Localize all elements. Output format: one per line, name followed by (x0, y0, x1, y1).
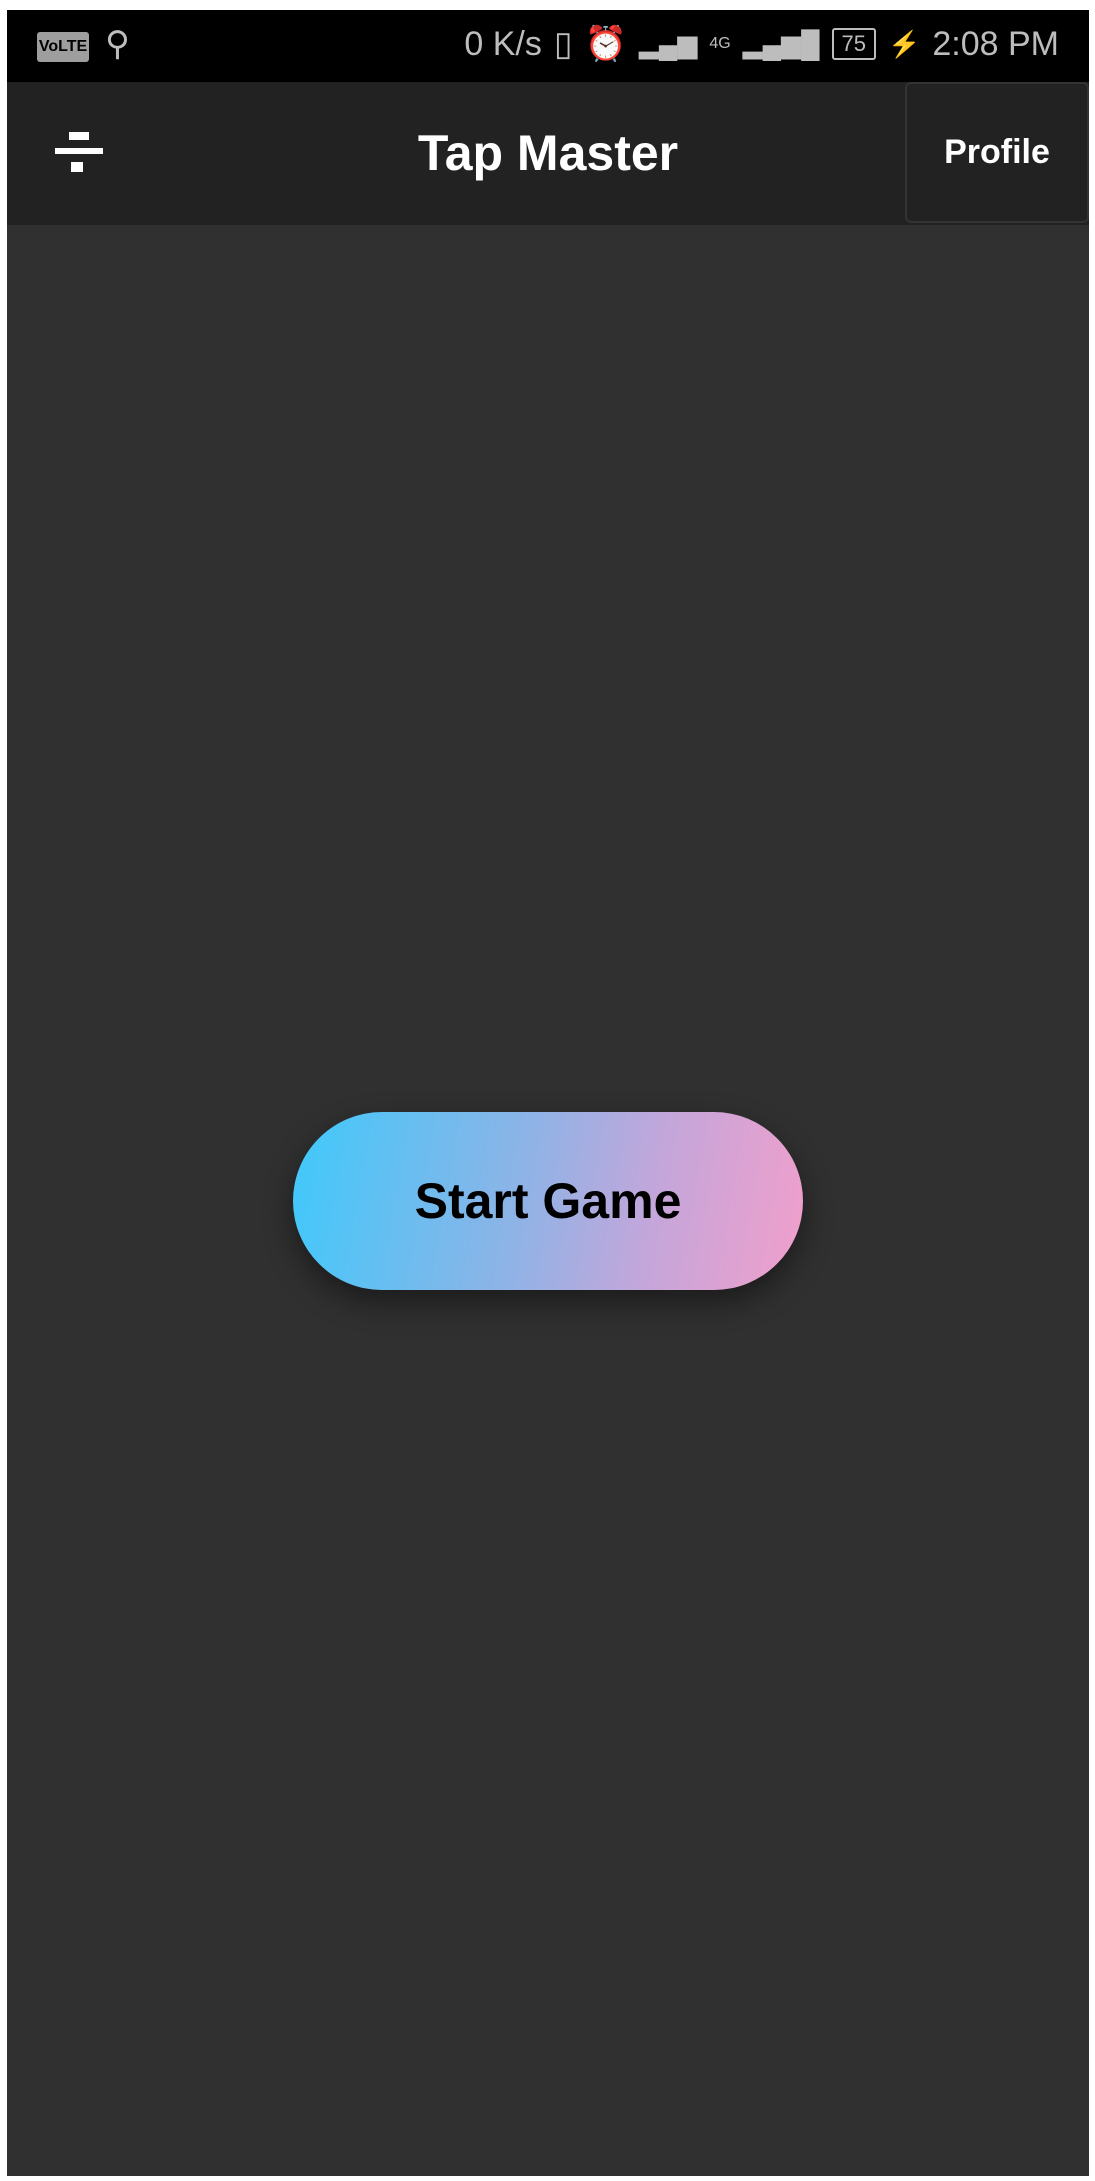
volte-icon: VoLTE (37, 32, 89, 62)
start-game-button[interactable]: Start Game (293, 1112, 803, 1290)
status-bar: VoLTE ⚲ 0 K/s ▯ ⏰ ▂▄▆ 4G ▂▄▆█ 75 ⚡ 2:08 … (7, 10, 1089, 82)
network-type: 4G (709, 35, 731, 52)
net-speed: 0 K/s (464, 24, 542, 63)
usb-icon: ⚲ (105, 25, 130, 63)
main-content: Start Game (7, 225, 1089, 2176)
filter-menu-icon[interactable] (55, 132, 103, 172)
clock: 2:08 PM (932, 24, 1059, 63)
app-bar: Tap Master Profile (7, 82, 1089, 225)
charging-icon: ⚡ (888, 28, 921, 59)
signal-icon-2: ▂▄▆█ (742, 28, 820, 59)
signal-icon: ▂▄▆ (638, 28, 698, 59)
vibrate-icon: ▯ (553, 25, 573, 63)
battery-icon: 75 (831, 28, 876, 60)
alarm-icon: ⏰ (584, 25, 627, 63)
profile-button[interactable]: Profile (905, 82, 1089, 223)
